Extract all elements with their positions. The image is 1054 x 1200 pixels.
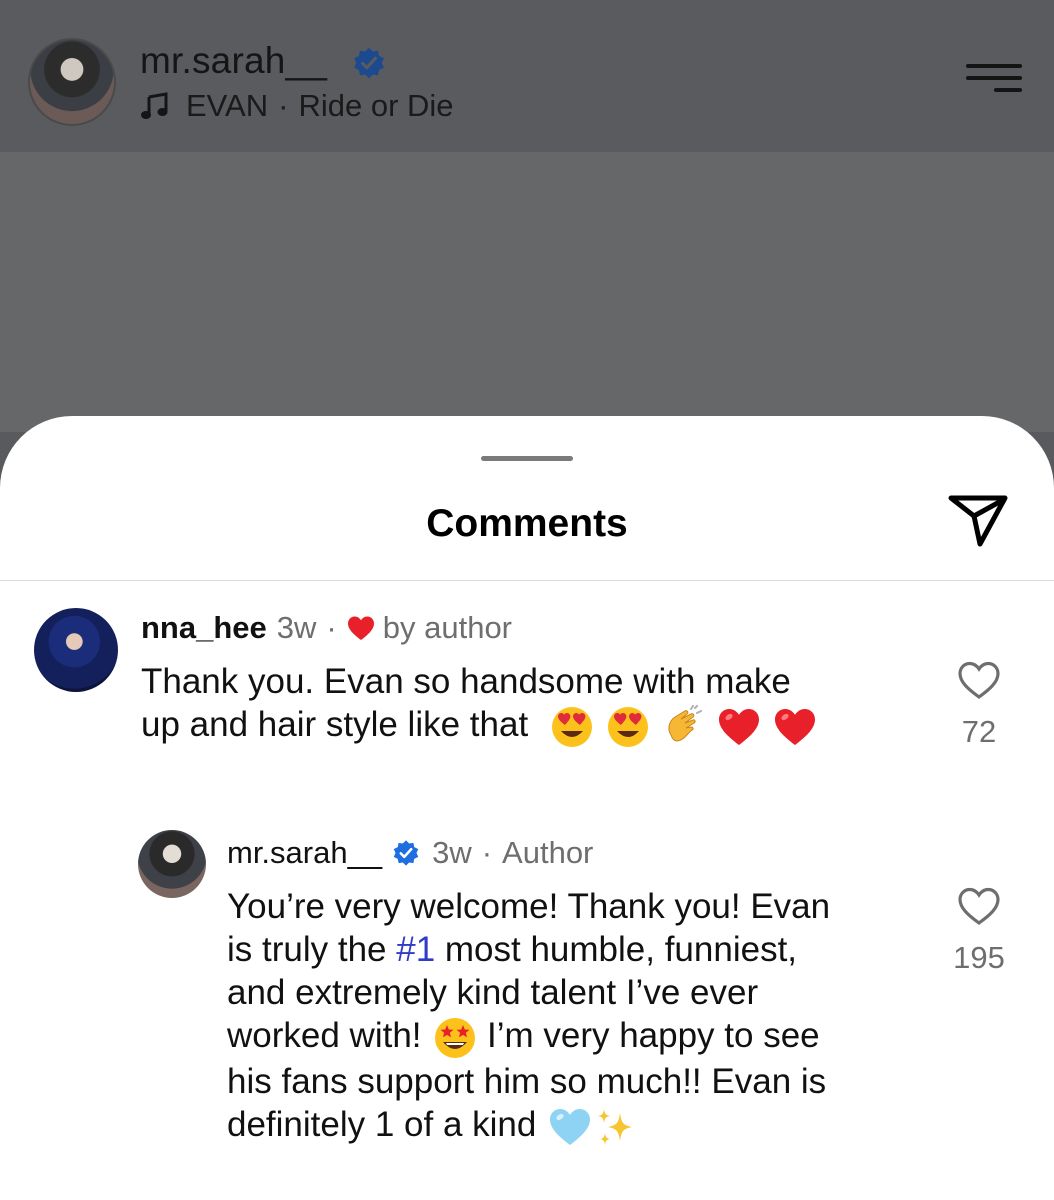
sheet-title: Comments — [426, 502, 628, 545]
comment-text-line: and extremely kind talent I’ve ever — [227, 973, 759, 1012]
like-count: 195 — [953, 940, 1005, 975]
comment-text-line: definitely 1 of a kind — [227, 1103, 917, 1149]
comment-text-span: is truly the — [227, 930, 397, 969]
post-header: mr.sarah__ EVAN · Ride or Die — [0, 0, 1054, 152]
commenter-avatar[interactable] — [34, 608, 118, 692]
light-blue-heart-emoji-icon — [550, 1108, 591, 1145]
comments-sheet: Comments nna_hee 3w · by author Thank yo… — [0, 416, 1054, 1200]
menu-icon[interactable] — [966, 64, 1022, 96]
share-icon[interactable] — [946, 492, 1010, 550]
comment-text-line: Thank you. Evan so handsome with make — [141, 662, 791, 701]
comment-text-line: up and hair style like that — [141, 703, 901, 749]
comment-text-line: worked with! I’m very happy to see — [227, 1014, 917, 1060]
hashtag-link[interactable]: #1 — [396, 930, 435, 969]
comment-text-line: is truly the #1 most humble, funniest, — [227, 928, 917, 971]
sheet-grabber[interactable] — [481, 456, 573, 461]
comment-text-span: most humble, funniest, — [435, 930, 798, 969]
video-background — [0, 152, 1054, 432]
heart-eyes-emoji-icon — [607, 706, 648, 747]
comment-username[interactable]: nna_hee — [141, 610, 267, 646]
meta-separator: · — [481, 835, 493, 870]
music-note-icon — [141, 92, 168, 119]
author-username[interactable]: mr.sarah__ — [140, 40, 327, 82]
comment-text-span: definitely 1 of a kind — [227, 1104, 547, 1144]
sparkles-emoji-icon — [598, 1108, 633, 1145]
comment-text-span: worked with! — [227, 1016, 432, 1055]
heart-outline-icon — [958, 661, 1000, 699]
comment-text: Thank you. Evan so handsome with make up… — [141, 660, 901, 749]
heart-eyes-emoji-icon — [551, 706, 592, 747]
like-button[interactable]: 195 — [949, 886, 1009, 976]
clapping-hands-emoji-icon — [668, 704, 703, 742]
comment-text-span: I’m very happy to see — [477, 1016, 820, 1055]
comment-meta: mr.sarah__ 3w · Author — [227, 835, 593, 871]
author-avatar[interactable] — [28, 38, 116, 126]
sheet-divider — [0, 580, 1054, 581]
song-artist: EVAN — [186, 88, 269, 123]
comment-meta: nna_hee 3w · by author — [141, 610, 512, 646]
song-title: Ride or Die — [298, 88, 454, 123]
comment-text-line: You’re very welcome! Thank you! Evan — [227, 887, 831, 926]
heart-outline-icon — [958, 887, 1000, 925]
verified-badge-icon — [393, 840, 419, 866]
liked-by-author-label: by author — [382, 610, 513, 645]
comment-time: 3w — [276, 610, 317, 645]
star-struck-emoji-icon — [435, 1017, 476, 1058]
red-heart-emoji-icon — [774, 708, 815, 745]
heart-icon — [347, 616, 374, 640]
like-button[interactable]: 72 — [949, 660, 1009, 750]
song-separator: · — [278, 88, 289, 123]
commenter-avatar[interactable] — [138, 830, 206, 898]
comment-username[interactable]: mr.sarah__ — [227, 835, 382, 871]
red-heart-emoji-icon — [719, 708, 760, 745]
comment-text-line: his fans support him so much!! Evan is — [227, 1061, 827, 1101]
comment-text-span: up and hair style like that — [141, 705, 529, 744]
comment-time: 3w — [432, 835, 472, 870]
song-info[interactable]: EVAN · Ride or Die — [140, 88, 454, 124]
comment-text: You’re very welcome! Thank you! Evan is … — [227, 885, 917, 1149]
author-label: Author — [502, 835, 594, 870]
like-count: 72 — [961, 714, 997, 749]
verified-badge-icon — [354, 47, 384, 79]
meta-separator: · — [326, 610, 337, 645]
